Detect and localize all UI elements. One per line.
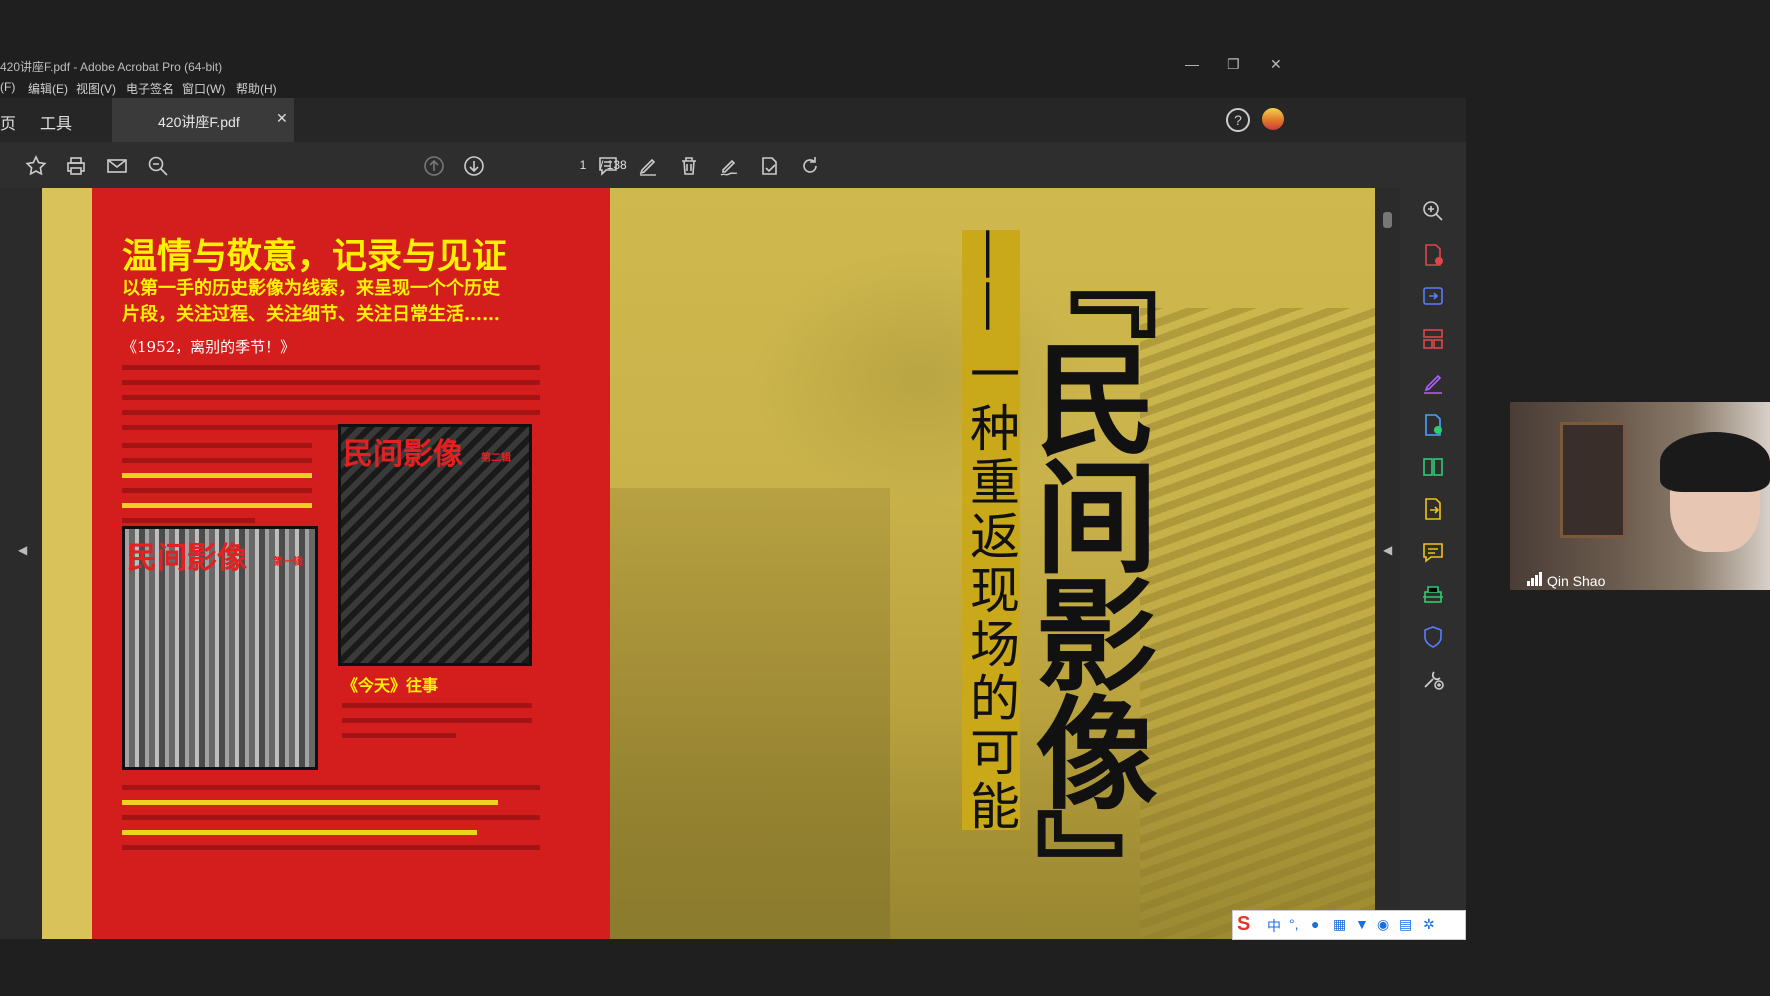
rotate-icon[interactable] <box>798 154 822 178</box>
ime-punctuation-icon[interactable]: °, <box>1289 916 1299 932</box>
create-pdf-icon[interactable] <box>1420 242 1446 268</box>
page-number-input[interactable]: 1 <box>572 155 594 175</box>
ime-mode-toggle[interactable]: 中 <box>1267 916 1281 936</box>
video-tile[interactable] <box>1510 402 1770 590</box>
ime-microphone-icon[interactable]: ● <box>1311 916 1319 932</box>
restore-icon[interactable]: ❐ <box>1227 56 1240 73</box>
participant-name-label: Qin Shao <box>1527 572 1605 589</box>
left-navigation-pane: ◀ <box>0 188 40 939</box>
menu-help[interactable]: 帮助(H) <box>236 80 277 97</box>
menu-esign[interactable]: 电子签名 <box>126 80 174 97</box>
edit-pdf-icon[interactable] <box>1420 370 1446 396</box>
title-bar: 420讲座F.pdf - Adobe Acrobat Pro (64-bit) … <box>0 54 1466 76</box>
participant-hair <box>1660 432 1770 492</box>
menu-view[interactable]: 视图(V) <box>76 80 116 97</box>
more-tools-icon[interactable] <box>1420 666 1446 692</box>
magazine-headline: 温情与敬意，记录与见证 <box>122 236 508 277</box>
cover-1-title: 民间影像 <box>127 541 247 576</box>
ime-settings-icon[interactable]: ✲ <box>1423 916 1435 933</box>
zoom-out-search-icon[interactable] <box>146 154 170 178</box>
window-title: 420讲座F.pdf - Adobe Acrobat Pro (64-bit) <box>0 60 223 74</box>
cover-2-volume: 第二辑 <box>481 453 511 464</box>
next-page-icon[interactable] <box>462 154 486 178</box>
cover-2-title: 民间影像 <box>343 437 463 472</box>
big-vertical-title: 『民间影像』 <box>1015 218 1159 926</box>
acrobat-window: 420讲座F.pdf - Adobe Acrobat Pro (64-bit) … <box>0 54 1466 939</box>
delete-icon[interactable] <box>677 154 701 178</box>
previous-page-icon[interactable] <box>422 154 446 178</box>
toolbar: 1 / 138 <box>0 142 1466 189</box>
menu-file[interactable]: (F) <box>0 80 15 94</box>
body-text-block-3 <box>342 698 532 748</box>
wall-painting <box>1560 422 1626 538</box>
ime-toolbar[interactable]: S 中 °, ● ▦ ▼ ◉ ▤ ✲ <box>1232 910 1466 940</box>
magazine-subhead-1: 以第一手的历史影像为线索，来呈现一个个历史 <box>122 278 500 299</box>
ime-keyboard-icon[interactable]: ▦ <box>1333 916 1346 933</box>
protect-shield-icon[interactable] <box>1420 624 1446 650</box>
comment-tool-icon[interactable] <box>1420 540 1446 566</box>
tools-pane <box>1400 188 1466 939</box>
ime-skin-icon[interactable]: ▼ <box>1355 916 1369 932</box>
compare-files-icon[interactable] <box>1420 454 1446 480</box>
tab-tools[interactable]: 工具 <box>40 110 72 134</box>
ime-apps-icon[interactable]: ▤ <box>1399 916 1412 933</box>
stamp-icon[interactable] <box>757 154 781 178</box>
tab-document[interactable]: 420讲座F.pdf ✕ <box>112 98 294 142</box>
close-tab-icon[interactable]: ✕ <box>276 110 288 127</box>
vertical-scrollbar[interactable]: ◀ <box>1377 188 1399 939</box>
scrollbar-thumb[interactable] <box>1383 212 1392 228</box>
tab-home[interactable]: 页 <box>0 110 16 134</box>
tab-document-label: 420讲座F.pdf <box>158 114 240 130</box>
body-text-block-2 <box>122 438 312 533</box>
pdf-page: 温情与敬意，记录与见证 以第一手的历史影像为线索，来呈现一个个历史 片段，关注过… <box>42 188 1375 939</box>
organize-pages-icon[interactable] <box>1420 326 1446 352</box>
fill-sign-icon[interactable] <box>1420 412 1446 438</box>
highlight-pen-icon[interactable] <box>636 154 660 178</box>
print-icon[interactable] <box>64 154 88 178</box>
bookmark-star-icon[interactable] <box>24 154 48 178</box>
magazine-cover-1: 民间影像 第一辑 <box>122 526 318 770</box>
sign-icon[interactable] <box>717 154 741 178</box>
tab-bar: 页 工具 420讲座F.pdf ✕ ? <box>0 98 1466 142</box>
magazine-cover-2: 民间影像 第二辑 <box>338 424 532 666</box>
zoom-in-icon[interactable] <box>1420 198 1446 224</box>
vertical-subtitle-dash: —— <box>961 228 1021 332</box>
menu-window[interactable]: 窗口(W) <box>182 80 225 97</box>
expand-left-pane-icon[interactable]: ◀ <box>18 543 27 557</box>
cover-1-volume: 第一辑 <box>273 557 303 568</box>
signal-bars-icon <box>1527 572 1543 589</box>
section-1952-title: 《1952，离别的季节！》 <box>122 338 296 356</box>
email-icon[interactable] <box>105 154 129 178</box>
sogou-logo-icon: S <box>1237 913 1251 935</box>
collapse-right-pane-icon[interactable]: ◀ <box>1383 543 1392 557</box>
close-window-icon[interactable]: ✕ <box>1270 56 1282 73</box>
body-text-block-4 <box>122 780 540 860</box>
help-icon[interactable]: ? <box>1226 108 1250 132</box>
avatar[interactable] <box>1262 108 1284 130</box>
participant-name: Qin Shao <box>1547 573 1606 589</box>
send-for-comments-icon[interactable] <box>1420 496 1446 522</box>
red-text-panel: 温情与敬意，记录与见证 以第一手的历史影像为线索，来呈现一个个历史 片段，关注过… <box>92 188 610 939</box>
menu-bar: (F) 编辑(E) 视图(V) 电子签名 窗口(W) 帮助(H) <box>0 76 1466 98</box>
comment-icon[interactable] <box>596 154 620 178</box>
menu-edit[interactable]: 编辑(E) <box>28 80 68 97</box>
ime-chat-icon[interactable]: ◉ <box>1377 916 1389 933</box>
minimize-icon[interactable]: — <box>1185 56 1199 72</box>
export-pdf-icon[interactable] <box>1420 284 1446 310</box>
magazine-subhead-2: 片段，关注过程、关注细节、关注日常生活…… <box>122 304 500 325</box>
cover-2-caption: 《今天》往事 <box>342 676 439 695</box>
scan-ocr-icon[interactable] <box>1420 582 1446 608</box>
vertical-subtitle: 一种重返现场的可能 <box>962 348 1020 834</box>
page-margin-strip <box>42 188 92 939</box>
